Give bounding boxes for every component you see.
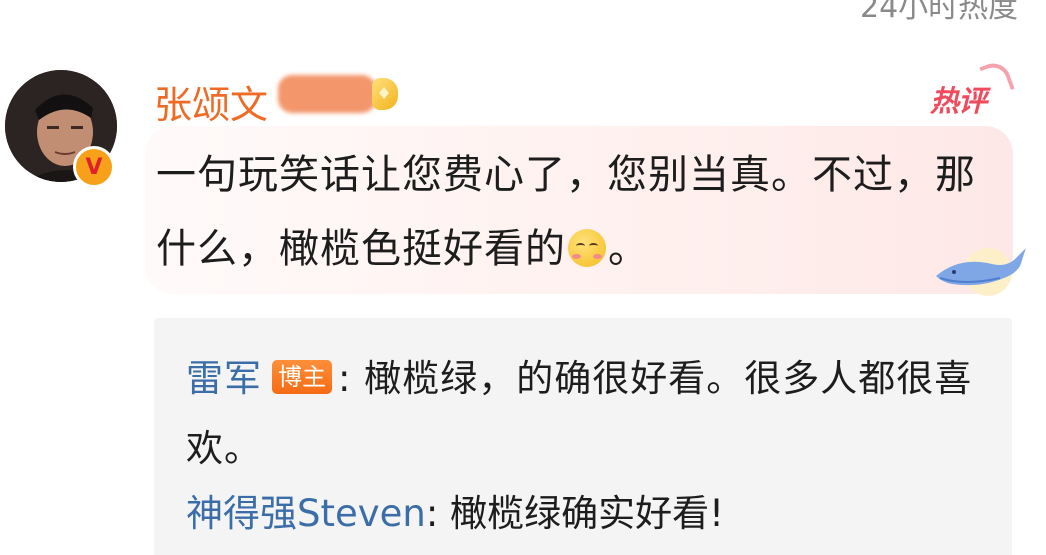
comment-text-end: 。 xyxy=(608,226,649,272)
comment-screen: 24小时热度 V 张颂文 热评 一句玩笑话让您费心了，您别当真。不过，那什么，橄… xyxy=(0,0,1046,555)
reply-text: 橄榄绿确实好看! xyxy=(450,492,724,535)
smile-blush-emoji-icon xyxy=(568,229,606,267)
reply-author-name[interactable]: 雷军 xyxy=(186,357,262,400)
hot-ranking-label: 24小时热度 xyxy=(860,0,1019,25)
member-rank-icon xyxy=(372,78,398,110)
whale-decoration-icon xyxy=(936,248,1026,296)
reply-item[interactable]: 雷军 博主: 橄榄绿，的确很好看。很多人都很喜欢。 xyxy=(186,344,986,484)
reply-separator: : xyxy=(338,357,352,400)
reply-author-name[interactable]: 神得强Steven xyxy=(186,492,426,535)
reply-separator: : xyxy=(425,492,439,535)
comment-text-main: 一句玩笑话让您费心了，您别当真。不过，那什么，橄榄色挺好看的 xyxy=(156,152,976,272)
reply-item[interactable]: 神得强Steven: 橄榄绿确实好看! xyxy=(186,482,986,546)
redacted-badge xyxy=(278,75,376,113)
verified-v-icon: V xyxy=(73,146,115,188)
emoji-blush-left xyxy=(572,254,581,259)
hot-comment-badge: 热评 xyxy=(930,84,987,118)
blogger-tag-badge: 博主 xyxy=(272,359,332,394)
comment-text: 一句玩笑话让您费心了，您别当真。不过，那什么，橄榄色挺好看的。 xyxy=(156,138,986,286)
comment-author-name[interactable]: 张颂文 xyxy=(154,74,268,129)
emoji-blush-right xyxy=(593,254,602,259)
